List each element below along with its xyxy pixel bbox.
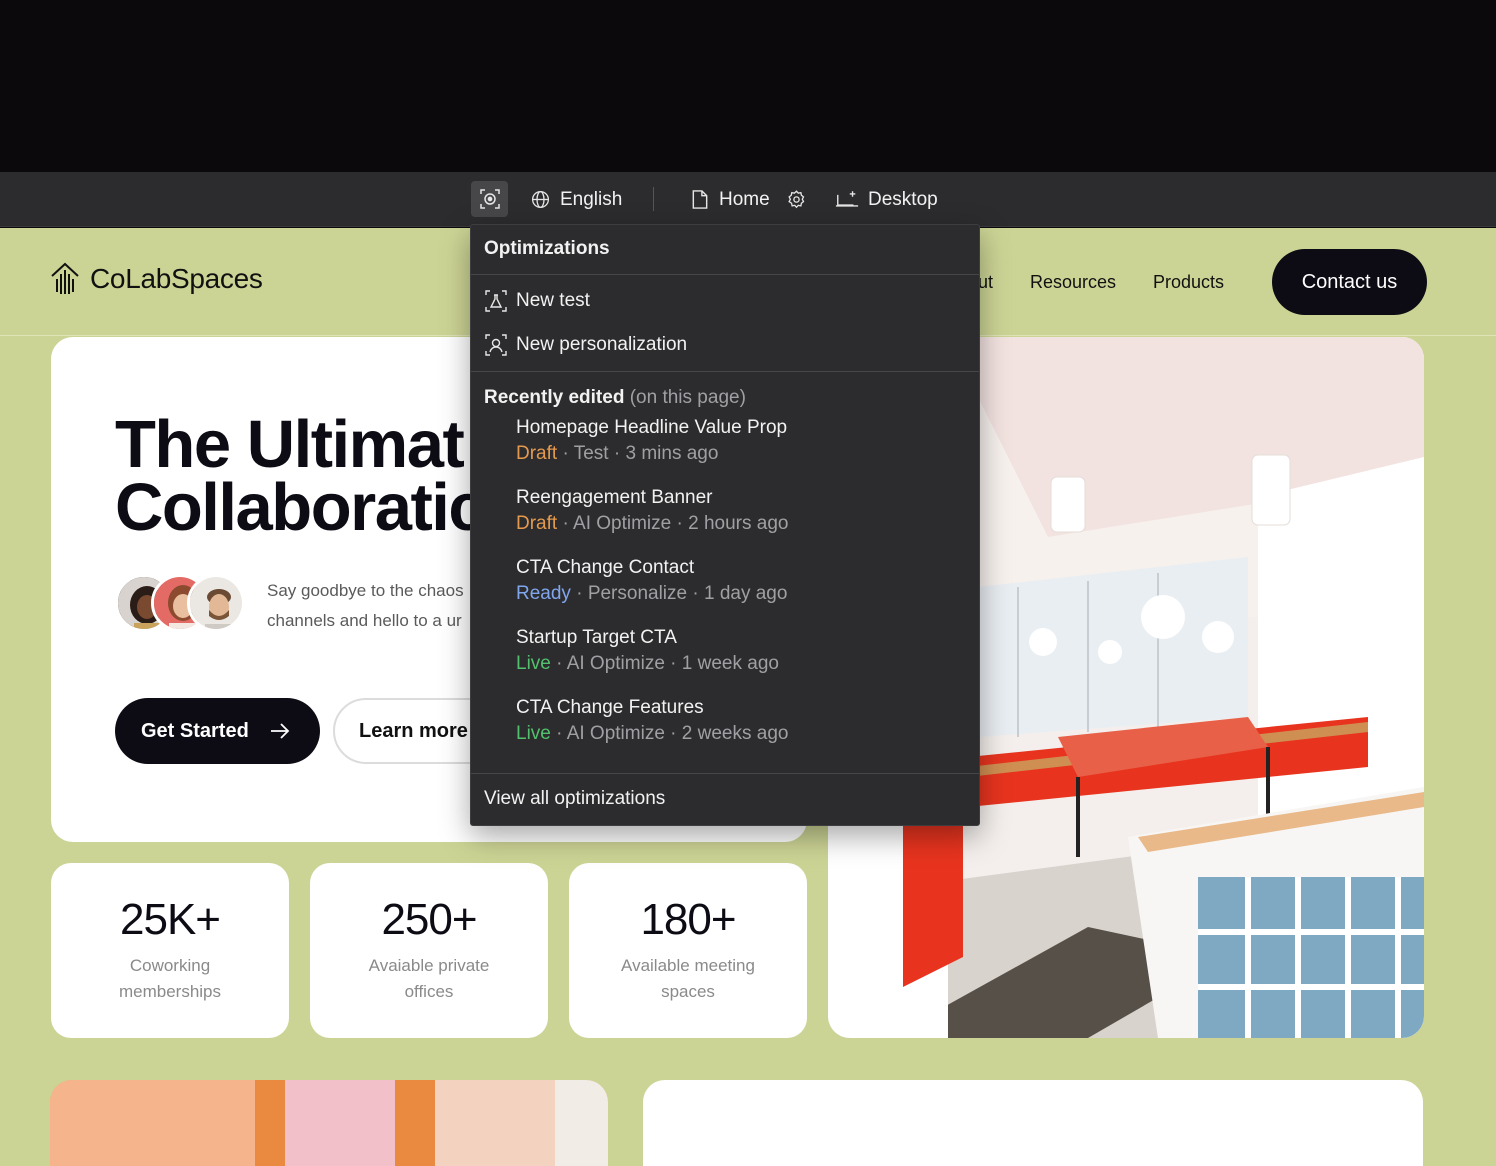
globe-icon [531, 190, 550, 209]
optimization-time: 2 hours ago [688, 513, 789, 534]
stat-value: 250+ [381, 895, 477, 944]
gear-icon [788, 190, 805, 209]
toolbar-divider [653, 187, 654, 211]
new-test-label: New test [516, 290, 590, 311]
new-personalization-item[interactable]: New personalization [471, 323, 979, 367]
new-personalization-label: New personalization [516, 334, 688, 355]
editor-toolbar: English Home Desktop [0, 172, 1496, 227]
optimization-time: 1 week ago [681, 653, 779, 674]
new-test-item[interactable]: New test [471, 279, 979, 323]
optimization-item[interactable]: CTA Change Contact Ready · Personalize ·… [471, 555, 979, 625]
nav-link-resources[interactable]: Resources [1030, 272, 1116, 293]
optimization-type: Test [573, 443, 609, 464]
status-badge: Draft [516, 513, 558, 534]
user-focus-icon [485, 334, 507, 356]
language-selector[interactable]: English [530, 172, 622, 227]
optimization-meta: Ready · Personalize · 1 day ago [516, 583, 788, 604]
content-card [643, 1080, 1423, 1166]
promo-image-card [50, 1080, 608, 1166]
optimization-title: Homepage Headline Value Prop [516, 417, 788, 438]
avatar-group [115, 574, 247, 634]
get-started-label: Get Started [141, 719, 249, 742]
flask-icon [485, 290, 507, 312]
optimization-type: AI Optimize [566, 723, 665, 744]
hero-title: The Ultimat Collaboratic [115, 407, 486, 545]
section-note: (on this page) [629, 387, 746, 408]
focus-target-button[interactable] [471, 181, 508, 217]
nav-link-products[interactable]: Products [1153, 272, 1224, 293]
optimization-item[interactable]: CTA Change Features Live · AI Optimize ·… [471, 695, 979, 765]
status-badge: Draft [516, 443, 558, 464]
nav-link-about[interactable]: ut [978, 272, 993, 293]
dropdown-header: Optimizations [471, 225, 979, 275]
desktop-sparkle-icon [835, 191, 859, 207]
optimization-time: 2 weeks ago [681, 723, 789, 744]
avatar [187, 574, 245, 632]
status-badge: Ready [516, 583, 571, 604]
stat-label: Avaiable private offices [368, 956, 490, 1001]
recently-edited-heading: Recently edited (on this page) [471, 372, 979, 415]
page-selector[interactable]: Home [690, 172, 770, 227]
page-settings-button[interactable] [786, 172, 816, 227]
optimization-meta: Draft · Test · 3 mins ago [516, 443, 719, 464]
optimization-type: AI Optimize [573, 513, 672, 534]
view-all-optimizations-link[interactable]: View all optimizations [471, 773, 979, 825]
optimization-type: Personalize [587, 583, 688, 604]
arrow-right-icon [270, 723, 290, 739]
stat-label: Coworking memberships [118, 956, 222, 1001]
focus-target-icon [479, 189, 500, 209]
site-logo[interactable]: CoLabSpaces [50, 262, 263, 296]
logo-text: CoLabSpaces [90, 263, 263, 294]
get-started-button[interactable]: Get Started [115, 698, 320, 764]
optimization-meta: Draft · AI Optimize · 2 hours ago [516, 513, 789, 534]
optimization-title: CTA Change Contact [516, 557, 695, 578]
optimization-time: 3 mins ago [625, 443, 719, 464]
optimization-time: 1 day ago [703, 583, 788, 604]
stat-card: 180+ Available meeting spaces [569, 863, 807, 1038]
device-label: Desktop [868, 188, 938, 210]
top-black-band [0, 0, 1496, 172]
language-label: English [560, 188, 623, 210]
logo-icon [51, 262, 79, 294]
optimization-meta: Live · AI Optimize · 1 week ago [516, 653, 779, 674]
status-badge: Live [516, 653, 551, 674]
optimization-item[interactable]: Homepage Headline Value Prop Draft · Tes… [471, 415, 979, 485]
optimizations-dropdown: Optimizations New test New personalizati… [470, 224, 980, 826]
stat-card: 250+ Avaiable private offices [310, 863, 548, 1038]
stat-value: 25K+ [120, 895, 221, 944]
status-badge: Live [516, 723, 551, 744]
optimization-title: CTA Change Features [516, 697, 704, 718]
optimization-title: Startup Target CTA [516, 627, 677, 648]
hero-title-line-1: The Ultimat [115, 407, 465, 482]
page-icon [692, 190, 708, 209]
dropdown-actions: New test New personalization [471, 275, 979, 372]
stat-value: 180+ [640, 895, 736, 944]
stat-label: Available meeting spaces [621, 956, 755, 1001]
contact-us-button[interactable]: Contact us [1272, 249, 1427, 315]
optimization-title: Reengagement Banner [516, 487, 713, 508]
device-selector[interactable]: Desktop [835, 172, 938, 227]
stat-card: 25K+ Coworking memberships [51, 863, 289, 1038]
hero-title-line-2: Collaboratic [115, 470, 486, 545]
section-title: Recently edited [484, 387, 625, 408]
optimization-type: AI Optimize [566, 653, 665, 674]
optimization-meta: Live · AI Optimize · 2 weeks ago [516, 723, 789, 744]
optimization-item[interactable]: Startup Target CTA Live · AI Optimize · … [471, 625, 979, 695]
optimization-item[interactable]: Reengagement Banner Draft · AI Optimize … [471, 485, 979, 555]
page-label: Home [719, 188, 770, 210]
